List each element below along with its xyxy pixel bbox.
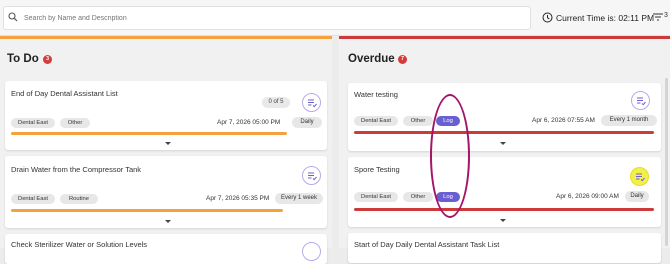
frequency-badge: Every 1 week: [275, 193, 323, 204]
task-list-button[interactable]: [630, 167, 649, 186]
due-datetime: Apr 6, 2026 09:00 AM: [556, 193, 619, 200]
progress-bar: [354, 208, 654, 211]
location-tag: Dental East: [354, 116, 398, 126]
clock-icon: [542, 12, 553, 23]
task-card-check-sterilizer[interactable]: Check Sterilizer Water or Solution Level…: [5, 234, 327, 264]
expand-chevron-icon[interactable]: [500, 219, 506, 222]
due-datetime: Apr 7, 2026 05:00 PM: [217, 119, 281, 126]
category-tag: Other: [403, 116, 433, 126]
progress-bar: [11, 209, 283, 212]
frequency-badge: Daily: [625, 191, 649, 202]
todo-column: To Do 3 End of Day Dental Assistant List…: [0, 36, 332, 264]
task-title: Drain Water from the Compressor Tank: [11, 165, 142, 174]
task-title: Spore Testing: [354, 165, 400, 174]
search-icon: [8, 12, 18, 22]
search-box[interactable]: [3, 6, 531, 30]
category-tag: Other: [60, 118, 90, 128]
category-tag: Other: [403, 192, 433, 202]
location-tag: Dental East: [11, 194, 55, 204]
overdue-count-badge: 7: [398, 55, 407, 64]
task-list-button[interactable]: [302, 93, 321, 112]
category-tag: Routine: [60, 194, 98, 204]
expand-chevron-icon[interactable]: [165, 220, 171, 223]
task-card-drain-water[interactable]: Drain Water from the Compressor Tank Den…: [5, 156, 327, 228]
progress-bar: [354, 131, 654, 134]
task-title: End of Day Dental Assistant List: [11, 89, 118, 98]
task-card-start-of-day[interactable]: Start of Day Daily Dental Assistant Task…: [348, 233, 661, 263]
column-title-todo: To Do: [7, 53, 39, 65]
task-card-water-testing[interactable]: Water testing Dental East Other Log Apr …: [348, 83, 661, 151]
due-datetime: Apr 7, 2026 05:35 PM: [206, 195, 270, 202]
location-tag: Dental East: [354, 192, 398, 202]
task-list-button[interactable]: [302, 242, 321, 261]
task-card-end-of-day[interactable]: End of Day Dental Assistant List 0 of 5 …: [5, 81, 327, 150]
scrollbar[interactable]: [665, 78, 668, 246]
annotation-ellipse: [430, 94, 470, 218]
checklist-icon: [308, 172, 317, 181]
progress-bar: [11, 132, 287, 135]
task-card-spore-testing[interactable]: Spore Testing Dental East Other Log Apr …: [348, 157, 661, 227]
due-datetime: Apr 6, 2026 07:55 AM: [532, 117, 595, 124]
frequency-badge: Every 1 month: [601, 115, 657, 126]
checklist-icon: [636, 173, 645, 182]
filter-icon[interactable]: [653, 13, 663, 21]
overdue-column: Overdue 7 Water testing Dental East Othe…: [339, 36, 670, 263]
location-tag: Dental East: [11, 118, 55, 128]
checklist-icon: [308, 99, 317, 108]
task-list-button[interactable]: [631, 91, 650, 110]
expand-chevron-icon[interactable]: [165, 142, 171, 145]
subtask-count: 0 of 5: [262, 97, 290, 108]
column-title-overdue: Overdue: [348, 53, 395, 65]
checklist-icon: [637, 97, 646, 106]
expand-chevron-icon[interactable]: [500, 142, 506, 145]
top-bar: Current Time is: 02:11 PM 3: [0, 0, 670, 36]
current-time: Current Time is: 02:11 PM: [556, 13, 655, 23]
frequency-badge: Daily: [292, 117, 322, 128]
task-title: Water testing: [354, 90, 398, 99]
todo-count-badge: 3: [43, 55, 52, 64]
task-list-button[interactable]: [302, 166, 321, 185]
search-input[interactable]: [24, 9, 524, 27]
filter-count: 3: [664, 12, 668, 19]
